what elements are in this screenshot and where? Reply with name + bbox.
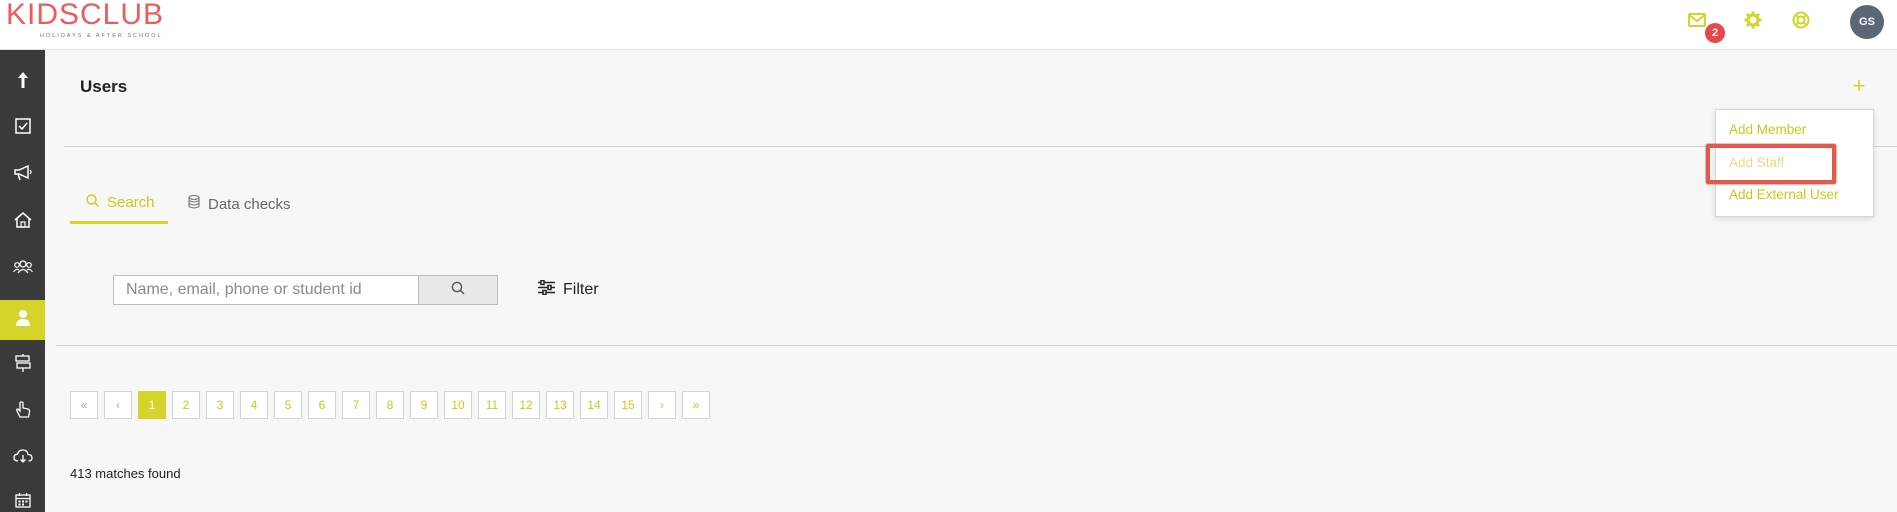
menu-item-add-member[interactable]: Add Member: [1729, 122, 1806, 137]
tab-search-label: Search: [107, 194, 155, 211]
page-button-3[interactable]: 3: [206, 391, 234, 419]
checkbox-icon: [14, 117, 31, 139]
highlight-annotation: [1706, 144, 1836, 184]
sidebar-item-directions[interactable]: [0, 345, 45, 385]
page-button-13[interactable]: 13: [546, 391, 574, 419]
notification-badge: 2: [1705, 23, 1725, 43]
page-title: Users: [80, 77, 128, 96]
sidebar-item-download[interactable]: [0, 438, 45, 478]
sidebar-item-pointer[interactable]: [0, 392, 45, 432]
search-icon: [86, 194, 99, 211]
top-bar: KIDSCLUB HOLIDAYS & AFTER SCHOOL 2 GS: [0, 0, 1897, 50]
page-button-11[interactable]: 11: [478, 391, 506, 419]
search-input[interactable]: [113, 275, 419, 305]
page-last-button[interactable]: »: [682, 391, 710, 419]
divider: [56, 345, 1897, 346]
sliders-icon: [538, 279, 555, 300]
sidebar-item-announcements[interactable]: [0, 155, 45, 195]
brand-logo[interactable]: KIDSCLUB HOLIDAYS & AFTER SCHOOL: [6, 0, 164, 39]
logo-subtitle: HOLIDAYS & AFTER SCHOOL: [40, 33, 163, 39]
logo-text: KIDSCLUB: [6, 0, 165, 31]
sidebar-item-users[interactable]: [0, 300, 45, 340]
sidebar-item-groups[interactable]: [0, 249, 45, 289]
signpost-icon: [14, 353, 32, 377]
lifebuoy-icon[interactable]: [1790, 9, 1812, 31]
page-first-button[interactable]: «: [70, 391, 98, 419]
page-next-button[interactable]: ›: [648, 391, 676, 419]
page-button-6[interactable]: 6: [308, 391, 336, 419]
page-button-5[interactable]: 5: [274, 391, 302, 419]
page-button-14[interactable]: 14: [580, 391, 608, 419]
page-button-7[interactable]: 7: [342, 391, 370, 419]
search-button[interactable]: [418, 275, 498, 305]
menu-item-add-external-user[interactable]: Add External User: [1729, 187, 1839, 202]
user-avatar[interactable]: GS: [1850, 5, 1884, 39]
gear-icon[interactable]: [1742, 9, 1764, 31]
user-icon: [15, 309, 31, 332]
add-user-button[interactable]: +: [1849, 75, 1869, 97]
page-button-2[interactable]: 2: [172, 391, 200, 419]
cloud-download-icon: [12, 448, 33, 469]
sidebar-item-home[interactable]: [0, 202, 45, 242]
pagination: « ‹ 1 2 3 4 5 6 7 8 9 10 11 12 13 14 15 …: [70, 391, 710, 419]
sidebar: [0, 50, 45, 512]
filter-button[interactable]: Filter: [538, 278, 599, 302]
page-prev-button[interactable]: ‹: [104, 391, 132, 419]
mail-icon[interactable]: [1686, 9, 1708, 31]
sidebar-item-calendar[interactable]: [0, 482, 45, 512]
arrow-up-icon: [16, 71, 30, 94]
results-count: 413 matches found: [70, 466, 181, 481]
filter-label: Filter: [563, 281, 599, 298]
sidebar-item-tasks[interactable]: [0, 108, 45, 148]
page-button-12[interactable]: 12: [512, 391, 540, 419]
calendar-icon: [14, 492, 31, 512]
divider: [64, 146, 1897, 147]
home-icon: [14, 211, 32, 233]
page-button-9[interactable]: 9: [410, 391, 438, 419]
page-button-15[interactable]: 15: [614, 391, 642, 419]
tab-search[interactable]: Search: [70, 184, 168, 224]
pointer-hand-icon: [14, 400, 32, 424]
page-button-4[interactable]: 4: [240, 391, 268, 419]
page-button-1[interactable]: 1: [138, 391, 166, 419]
megaphone-icon: [13, 164, 33, 186]
page-button-8[interactable]: 8: [376, 391, 404, 419]
sidebar-item-upload[interactable]: [0, 62, 45, 102]
group-icon: [12, 259, 33, 279]
search-icon: [451, 281, 465, 300]
tab-data-checks-label: Data checks: [208, 195, 291, 213]
tab-data-checks[interactable]: Data checks: [188, 184, 291, 224]
database-icon: [188, 194, 200, 213]
page-button-10[interactable]: 10: [444, 391, 472, 419]
